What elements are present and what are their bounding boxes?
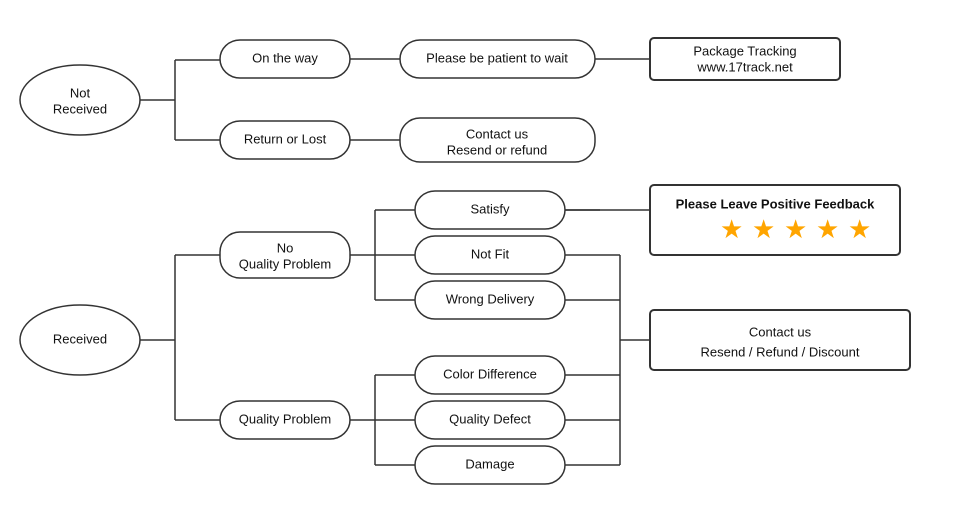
quality-defect-label: Quality Defect (449, 411, 531, 426)
contact-resend-refund-label2: Resend or refund (447, 142, 547, 157)
contact-rrd-label2: Resend / Refund / Discount (701, 344, 860, 359)
received-label: Received (53, 331, 107, 346)
package-tracking-label: Package Tracking (693, 43, 796, 58)
star3: ★ (784, 214, 807, 244)
flow-diagram: Not Received On the way Return or Lost P… (0, 0, 960, 513)
star1: ★ (720, 214, 743, 244)
star5: ★ (848, 214, 871, 244)
quality-problem-label: Quality Problem (239, 411, 331, 426)
return-or-lost-label: Return or Lost (244, 131, 327, 146)
patient-label: Please be patient to wait (426, 50, 568, 65)
contact-resend-refund-label1: Contact us (466, 126, 529, 141)
star2: ★ (752, 214, 775, 244)
no-quality-problem-label2: Quality Problem (239, 256, 331, 271)
contact-rrd-label1: Contact us (749, 324, 812, 339)
not-received-label2: Received (53, 101, 107, 116)
package-tracking-url: www.17track.net (696, 59, 793, 74)
not-received-label: Not (70, 85, 91, 100)
no-quality-problem-label1: No (277, 240, 294, 255)
wrong-delivery-label: Wrong Delivery (446, 291, 535, 306)
satisfy-label: Satisfy (470, 201, 510, 216)
color-difference-label: Color Difference (443, 366, 537, 381)
contact-resend-refund-discount-node (650, 310, 910, 370)
damage-label: Damage (465, 456, 514, 471)
positive-feedback-label: Please Leave Positive Feedback (676, 196, 875, 211)
on-the-way-label: On the way (252, 50, 318, 65)
star4: ★ (816, 214, 839, 244)
not-fit-label: Not Fit (471, 246, 510, 261)
